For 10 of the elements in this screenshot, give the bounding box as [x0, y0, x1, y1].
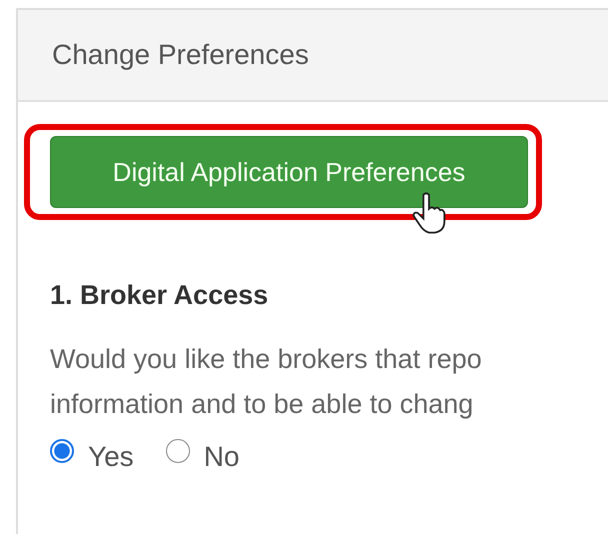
section-heading: 1. Broker Access: [50, 280, 270, 311]
radio-button[interactable]: [166, 439, 190, 463]
description-text: Would you like the brokers that repo: [50, 343, 483, 376]
description-text: information and to be able to chang: [50, 388, 474, 421]
radio-label: Yes: [88, 441, 134, 473]
radio-button[interactable]: [50, 439, 74, 463]
preferences-button[interactable]: Digital Application Preferences: [50, 136, 528, 208]
panel-title: Change Preferences: [52, 39, 309, 71]
hand-cursor-icon: [412, 192, 446, 234]
radio-label: No: [204, 441, 240, 473]
